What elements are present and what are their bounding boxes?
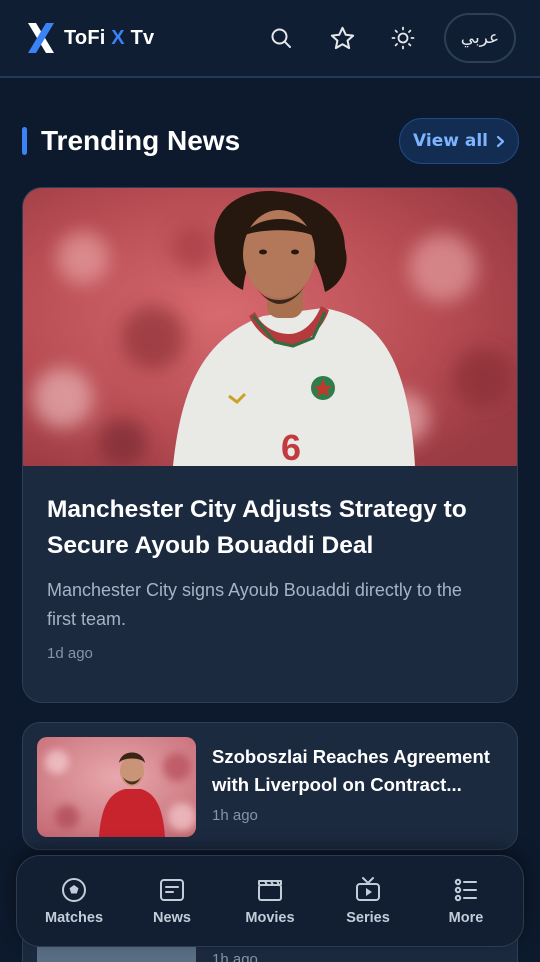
nav-label: More xyxy=(448,910,484,926)
nav-item-movies[interactable]: Movies xyxy=(225,876,315,926)
view-all-label: View all xyxy=(413,131,488,151)
app-header: ToFi X Tv عربي xyxy=(0,0,540,78)
nav-item-series[interactable]: Series xyxy=(323,876,413,926)
list-icon xyxy=(454,878,477,902)
nav-item-matches[interactable]: Matches xyxy=(29,876,119,926)
search-icon xyxy=(271,28,291,48)
section-accent-bar xyxy=(22,127,27,155)
search-button[interactable] xyxy=(261,18,301,58)
featured-news-time: 1d ago xyxy=(47,645,93,662)
theme-toggle-button[interactable] xyxy=(383,18,423,58)
featured-news-description: Manchester City signs Ayoub Bouaddi dire… xyxy=(47,580,462,629)
featured-news-image: 6 xyxy=(23,188,517,466)
brand-name: ToFi X Tv xyxy=(64,26,155,49)
app-logo[interactable]: ToFi X Tv xyxy=(26,21,154,55)
featured-news-card[interactable]: 6 Manchester City Adjusts Strategy to Se… xyxy=(22,187,518,703)
bottom-navigation: Matches News Movies Series More xyxy=(16,855,524,947)
nav-label: News xyxy=(153,910,191,926)
football-icon xyxy=(62,878,86,902)
nav-label: Movies xyxy=(245,910,295,926)
news-thumbnail xyxy=(37,737,196,837)
favorites-button[interactable] xyxy=(322,18,362,58)
nav-label: Matches xyxy=(44,910,104,926)
news-title[interactable]: Szoboszlai Reaches Agreement with Liverp… xyxy=(212,743,506,799)
view-all-button[interactable]: View all xyxy=(399,118,519,164)
nav-item-news[interactable]: News xyxy=(127,876,217,926)
trending-section-header: Trending News View all xyxy=(22,118,519,164)
jersey-number: 6 xyxy=(281,427,301,466)
news-time: 1h ago xyxy=(212,951,258,962)
tv-icon xyxy=(356,877,380,901)
nav-item-more[interactable]: More xyxy=(421,876,511,926)
sun-icon xyxy=(391,26,415,50)
logo-x-icon xyxy=(28,23,54,53)
language-button[interactable]: عربي xyxy=(444,13,516,63)
news-list-item[interactable]: Szoboszlai Reaches Agreement with Liverp… xyxy=(22,722,518,850)
featured-news-title[interactable]: Manchester City Adjusts Strategy to Secu… xyxy=(47,492,493,564)
section-title: Trending News xyxy=(41,125,241,156)
nav-label: Series xyxy=(346,910,390,926)
clapperboard-icon xyxy=(258,880,282,901)
star-icon xyxy=(330,26,354,49)
chevron-right-icon xyxy=(496,135,505,147)
news-time: 1h ago xyxy=(212,807,258,824)
news-icon xyxy=(160,879,184,901)
